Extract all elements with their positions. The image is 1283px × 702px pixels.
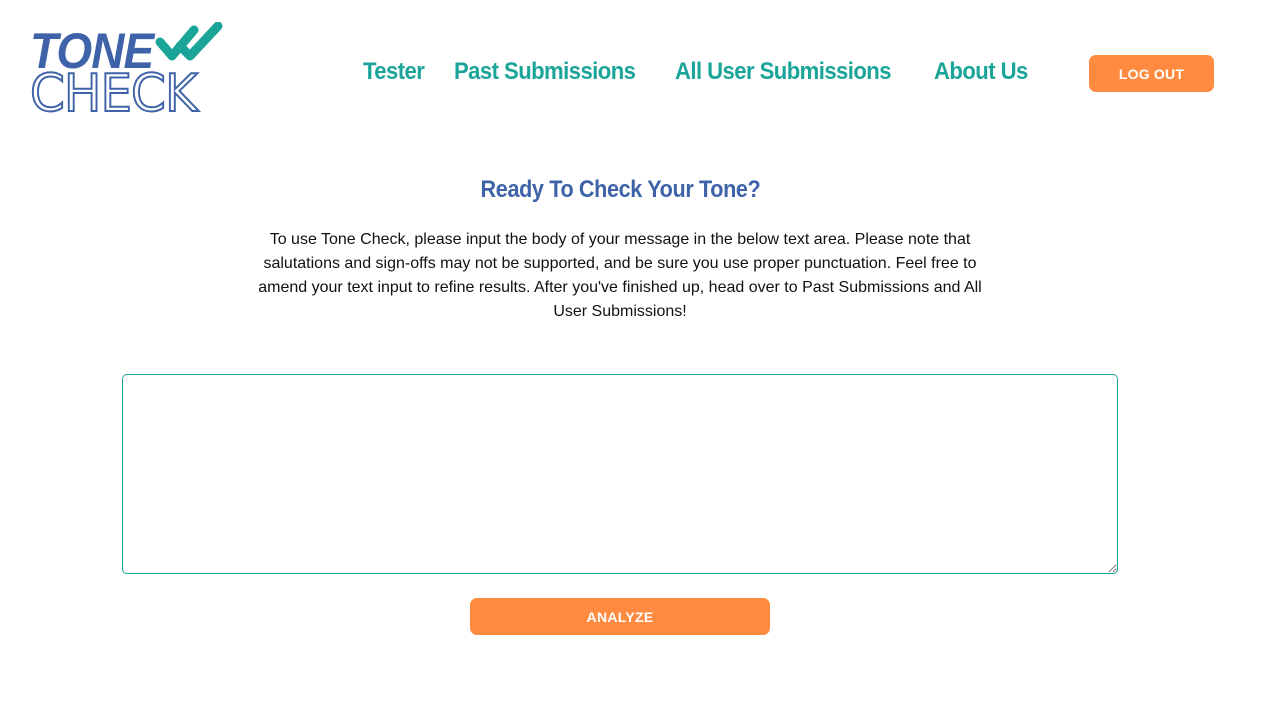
- main-nav: Tester Past Submissions All User Submiss…: [363, 58, 1035, 86]
- nav-link-about-us[interactable]: About Us: [934, 58, 1028, 86]
- nav-link-past-submissions[interactable]: Past Submissions: [454, 58, 636, 86]
- message-textarea[interactable]: [122, 374, 1118, 574]
- page: TONE CHECK Tester Past Submissions All U…: [0, 0, 1283, 702]
- nav-link-all-user-submissions[interactable]: All User Submissions: [675, 58, 892, 86]
- page-title: Ready To Check Your Tone?: [0, 176, 1240, 204]
- logout-button[interactable]: LOG OUT: [1089, 55, 1214, 92]
- analyze-button[interactable]: ANALYZE: [470, 598, 770, 635]
- page-title-text: Ready To Check Your Tone?: [480, 176, 760, 203]
- tone-check-logo[interactable]: TONE CHECK: [29, 22, 230, 124]
- intro-text: To use Tone Check, please input the body…: [258, 231, 982, 320]
- double-checkmark-icon: [155, 22, 223, 61]
- nav-link-tester[interactable]: Tester: [363, 58, 425, 86]
- logo-text-check: CHECK: [29, 64, 199, 124]
